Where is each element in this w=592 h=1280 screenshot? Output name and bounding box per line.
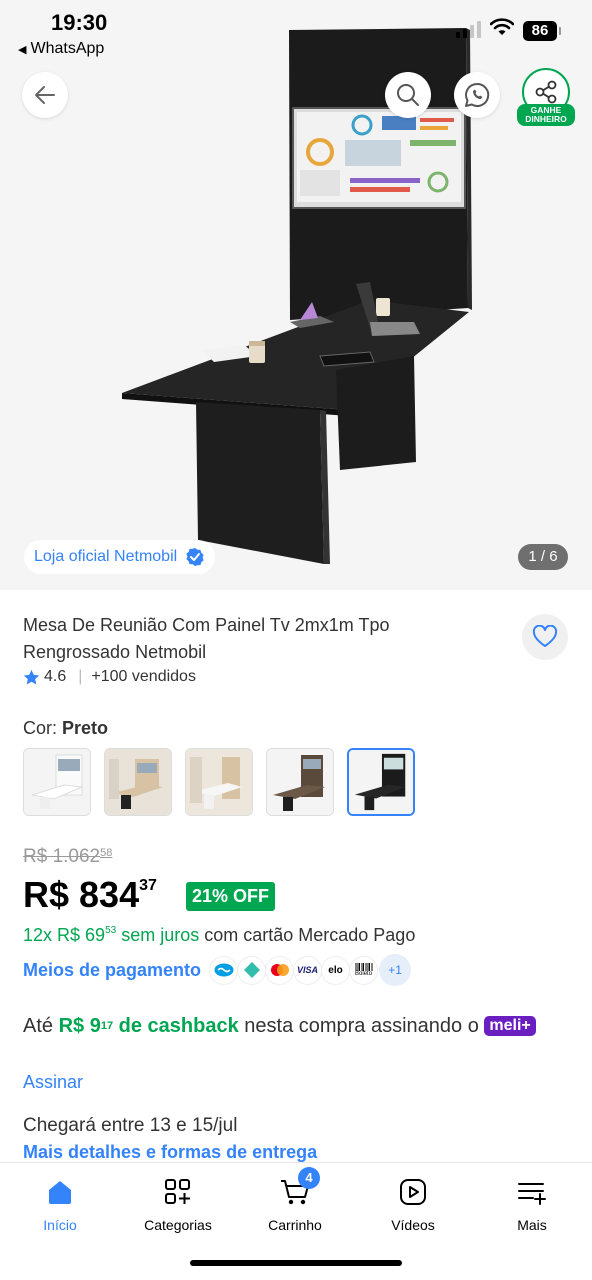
color-swatches xyxy=(23,748,415,816)
back-app-label: WhatsApp xyxy=(30,40,105,57)
installments-amount: 12x R$ 6953 sem juros xyxy=(23,925,199,945)
whatsapp-share-button[interactable] xyxy=(454,72,500,118)
color-label: Cor: Preto xyxy=(23,718,108,739)
menu-plus-icon xyxy=(518,1183,546,1205)
discount-badge: 21% OFF xyxy=(186,882,276,911)
color-swatch-white[interactable] xyxy=(23,748,91,816)
subscribe-link[interactable]: Assinar xyxy=(23,1072,83,1093)
search-button[interactable] xyxy=(385,72,431,118)
original-price-cents: 58 xyxy=(100,847,113,859)
delivery-estimate: Chegará entre 13 e 15/jul xyxy=(23,1115,238,1136)
elo-icon: elo xyxy=(321,955,351,985)
status-bar: 19:30 ◀ WhatsApp 86 xyxy=(0,0,592,64)
earn-money-share-button[interactable]: GANHE DINHEIRO xyxy=(517,68,575,128)
nav-more-label: Mais xyxy=(517,1217,547,1233)
back-triangle-icon: ◀ xyxy=(18,44,27,56)
pix-icon xyxy=(237,955,267,985)
mastercard-icon xyxy=(265,955,295,985)
nav-categories-label: Categorias xyxy=(144,1217,212,1233)
product-image xyxy=(122,28,472,564)
nav-more[interactable]: Mais xyxy=(477,1175,587,1233)
original-price: R$ 1.06258 xyxy=(23,846,112,868)
whatsapp-icon xyxy=(465,82,490,107)
image-counter: 1 / 6 xyxy=(518,544,568,570)
boleto-label: Boleto xyxy=(355,971,373,977)
official-store-badge[interactable]: Loja oficial Netmobil xyxy=(24,540,216,574)
product-title: Mesa De Reunião Com Painel Tv 2mx1m Tpo … xyxy=(23,615,390,662)
rating-value: 4.6 xyxy=(44,668,67,685)
cashback-amount-cents: 17 xyxy=(100,1020,114,1032)
color-label-prefix: Cor: xyxy=(23,718,58,738)
signal-icon xyxy=(456,20,481,38)
color-swatch-oak-black[interactable] xyxy=(104,748,172,816)
visa-icon: VISA xyxy=(293,955,323,985)
installments-card: com cartão Mercado Pago xyxy=(199,925,416,945)
clock: 19:30 xyxy=(51,10,108,35)
nav-home[interactable]: Início xyxy=(5,1175,115,1233)
color-swatch-walnut-black[interactable] xyxy=(266,748,334,816)
installments-no-interest: sem juros xyxy=(116,925,200,945)
payment-methods-link[interactable]: Meios de pagamento xyxy=(23,960,201,981)
boleto-icon: Boleto xyxy=(349,955,379,985)
rating-separator: | xyxy=(78,668,83,685)
cart-count-badge: 4 xyxy=(298,1167,320,1189)
store-name: Loja oficial Netmobil xyxy=(34,548,178,565)
wifi-icon xyxy=(490,18,514,35)
cashback-pre: Até xyxy=(23,1015,59,1037)
mercadopago-icon xyxy=(209,955,239,985)
original-price-int: R$ 1.062 xyxy=(23,846,101,867)
share-icon xyxy=(535,80,557,104)
battery-icon: 86 xyxy=(523,21,561,41)
arrow-left-icon xyxy=(35,86,55,104)
cashback-amount-int: R$ 9 xyxy=(58,1015,101,1037)
current-price-cents: 37 xyxy=(139,877,157,894)
heart-icon xyxy=(532,625,558,647)
earn-money-label: GANHE DINHEIRO xyxy=(517,104,575,126)
rating-row[interactable]: 4.6 | +100 vendidos xyxy=(23,668,196,686)
cashback-post: nesta compra assinando o xyxy=(238,1015,485,1037)
installments-cents: 53 xyxy=(105,925,117,936)
cashback-label: de cashback xyxy=(113,1015,239,1037)
delivery-details-link[interactable]: Mais detalhes e formas de entrega xyxy=(23,1142,317,1163)
search-icon xyxy=(397,84,419,106)
favorite-button[interactable] xyxy=(522,614,568,660)
home-icon xyxy=(49,1181,71,1204)
sold-count: +100 vendidos xyxy=(91,668,196,685)
categories-icon xyxy=(165,1179,190,1204)
star-icon xyxy=(23,669,40,684)
nav-categories[interactable]: Categorias xyxy=(123,1175,233,1233)
home-indicator xyxy=(190,1260,402,1266)
current-price: R$ 83437 xyxy=(23,874,157,916)
cashback-amount: R$ 917 de cashback xyxy=(59,1015,239,1037)
video-play-icon xyxy=(400,1179,426,1205)
cashback-info: Até R$ 917 de cashback nesta compra assi… xyxy=(23,1012,563,1041)
back-button[interactable] xyxy=(22,72,68,118)
nav-cart-label: Carrinho xyxy=(268,1217,322,1233)
nav-home-label: Início xyxy=(43,1217,77,1233)
meli-plus-badge: meli+ xyxy=(484,1016,536,1036)
nav-cart[interactable]: 4 Carrinho xyxy=(240,1167,350,1233)
back-to-app[interactable]: ◀ WhatsApp xyxy=(18,40,104,58)
color-swatch-oak-white[interactable] xyxy=(185,748,253,816)
nav-videos[interactable]: Vídeos xyxy=(358,1175,468,1233)
nav-videos-label: Vídeos xyxy=(391,1217,435,1233)
color-selected-value: Preto xyxy=(62,718,109,738)
product-gallery[interactable]: GANHE DINHEIRO Loja oficial Netmobil 1 /… xyxy=(0,0,592,590)
more-payment-methods[interactable]: +1 xyxy=(379,954,412,986)
color-swatch-black[interactable] xyxy=(347,748,415,816)
installments-info: 12x R$ 6953 sem juros com cartão Mercado… xyxy=(23,925,415,946)
verified-icon xyxy=(186,548,204,566)
installments-prefix: 12x R$ 69 xyxy=(23,925,106,945)
payment-methods-row[interactable]: Meios de pagamento VISA elo Boleto +1 xyxy=(23,954,412,986)
current-price-int: R$ 834 xyxy=(23,874,140,915)
